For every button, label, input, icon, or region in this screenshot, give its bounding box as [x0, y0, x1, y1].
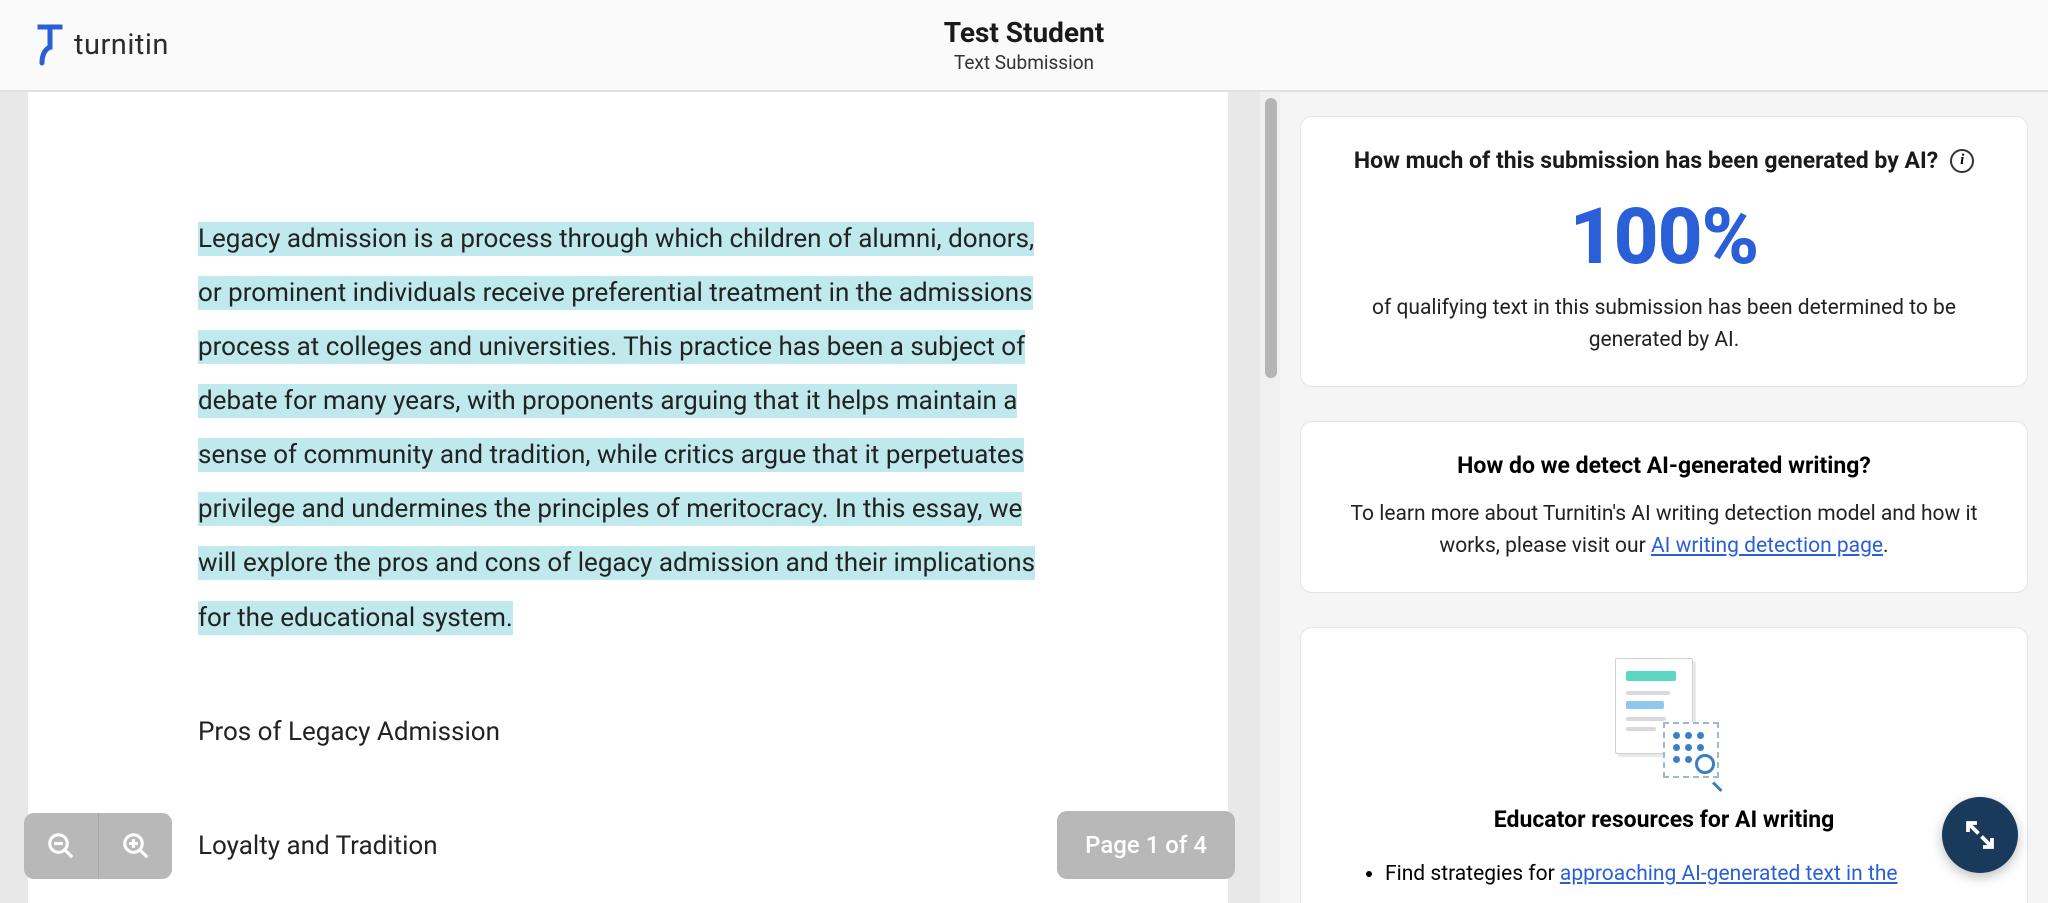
expand-fab-button[interactable] [1942, 797, 2018, 873]
section-heading: Pros of Legacy Admission [198, 705, 1058, 759]
detection-info-card: How do we detect AI-generated writing? T… [1300, 421, 2028, 593]
zoom-in-icon [121, 831, 151, 861]
ai-percent-caption: of qualifying text in this submission ha… [1337, 293, 1991, 356]
resources-illustration [1609, 658, 1719, 778]
detection-title: How do we detect AI-generated writing? [1337, 452, 1991, 479]
zoom-out-button[interactable] [24, 813, 98, 879]
main-layout: Legacy admission is a process through wh… [0, 92, 2048, 903]
intro-paragraph: Legacy admission is a process through wh… [198, 212, 1058, 645]
document-page: Legacy admission is a process through wh… [28, 92, 1228, 903]
zoom-out-icon [46, 831, 76, 861]
scan-icon [1663, 722, 1719, 778]
scrollbar-track[interactable] [1260, 92, 1280, 903]
resources-item-1-link[interactable]: approaching AI-generated text in the [1560, 862, 1898, 886]
document-viewer: Legacy admission is a process through wh… [0, 92, 1280, 903]
magnifier-icon [1695, 754, 1723, 782]
app-header: turnitin Test Student Text Submission [0, 0, 2048, 92]
turnitin-logo-icon [36, 23, 64, 67]
brand-name: turnitin [74, 28, 169, 62]
resources-card: Educator resources for AI writing Find s… [1300, 627, 2028, 903]
ai-score-card: How much of this submission has been gen… [1300, 116, 2028, 387]
ai-score-title: How much of this submission has been gen… [1354, 147, 1938, 174]
resources-list: Find strategies for approaching AI-gener… [1337, 859, 1991, 891]
ai-percent-value: 100% [1337, 192, 1991, 283]
info-icon[interactable]: i [1950, 149, 1974, 173]
resources-item-1: Find strategies for approaching AI-gener… [1385, 859, 1991, 891]
detection-body-suffix: . [1883, 534, 1889, 558]
resources-item-1-prefix: Find strategies for [1385, 862, 1560, 886]
brand-logo: turnitin [36, 23, 169, 67]
student-name: Test Student [944, 16, 1104, 49]
header-title-block: Test Student Text Submission [944, 16, 1104, 74]
highlighted-text: Legacy admission is a process through wh… [198, 222, 1035, 635]
expand-icon [1962, 817, 1998, 853]
detection-body: To learn more about Turnitin's AI writin… [1337, 499, 1991, 562]
subsection-heading: Loyalty and Tradition [198, 819, 1058, 873]
scrollbar-thumb[interactable] [1265, 98, 1277, 378]
resources-title: Educator resources for AI writing [1337, 806, 1991, 833]
page-indicator: Page 1 of 4 [1057, 811, 1235, 879]
zoom-in-button[interactable] [98, 813, 172, 879]
detection-link[interactable]: AI writing detection page [1651, 534, 1883, 558]
ai-sidebar: How much of this submission has been gen… [1280, 92, 2048, 903]
zoom-controls [24, 813, 172, 879]
submission-type: Text Submission [944, 51, 1104, 74]
